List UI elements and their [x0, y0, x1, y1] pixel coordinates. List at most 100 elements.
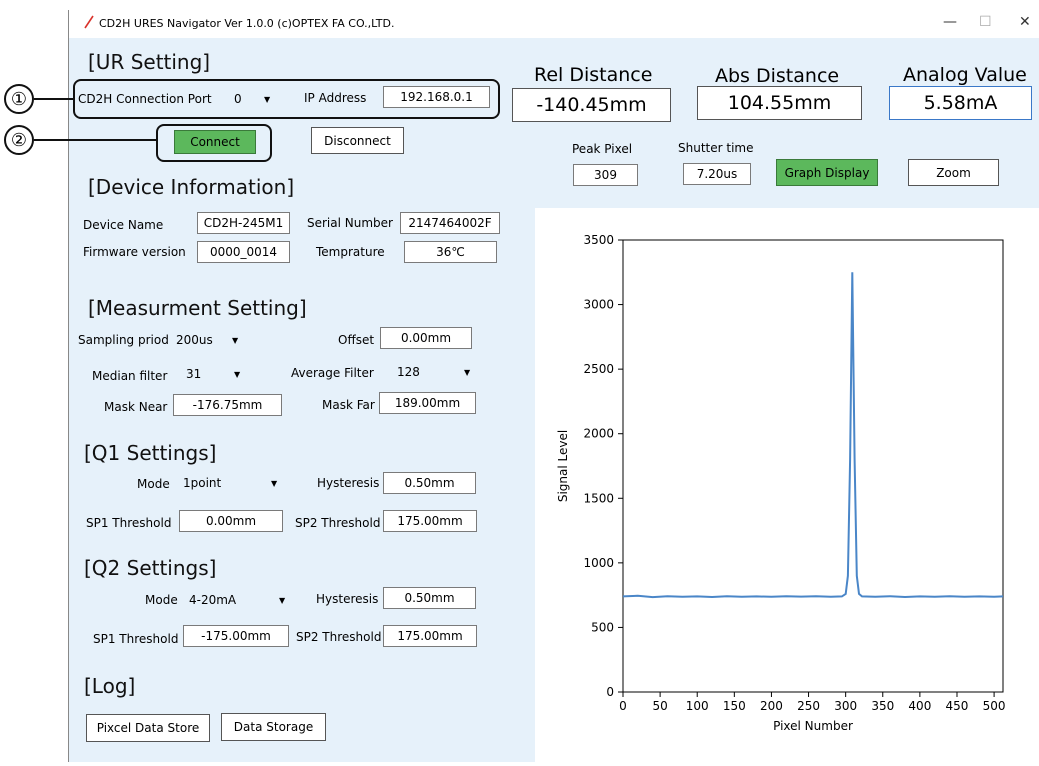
- connection-port-dropdown[interactable]: 0 ▼: [228, 89, 276, 109]
- peak-pixel-label: Peak Pixel: [572, 142, 633, 156]
- x-tick-label: 300: [834, 699, 857, 713]
- q2-sp1-threshold-input[interactable]: -175.00mm: [183, 625, 289, 647]
- mask-near-label: Mask Near: [104, 400, 168, 414]
- q2-mode-value: 4-20mA: [189, 593, 237, 607]
- y-tick-label: 3000: [583, 298, 614, 312]
- q1-hysteresis-label: Hysteresis: [317, 476, 380, 490]
- x-tick-label: 500: [983, 699, 1006, 713]
- x-tick-label: 400: [908, 699, 931, 713]
- y-tick-label: 1500: [583, 491, 614, 505]
- y-tick-label: 3500: [583, 233, 614, 247]
- ur-setting-heading: [UR Setting]: [88, 50, 211, 74]
- graph-display-button[interactable]: Graph Display: [776, 159, 878, 186]
- x-tick-label: 50: [652, 699, 667, 713]
- q2-hysteresis-label: Hysteresis: [316, 592, 379, 606]
- app-icon: [84, 15, 94, 29]
- callout-marker-2: ②: [4, 125, 34, 155]
- x-tick-label: 150: [723, 699, 746, 713]
- q2-hysteresis-input[interactable]: 0.50mm: [383, 587, 476, 609]
- chevron-down-icon: ▼: [234, 369, 241, 379]
- y-tick-label: 2000: [583, 427, 614, 441]
- sampling-period-value: 200us: [176, 333, 213, 347]
- pixel-data-store-button[interactable]: Pixcel Data Store: [86, 714, 210, 742]
- y-tick-label: 1000: [583, 556, 614, 570]
- callout-leader-2: [34, 139, 156, 141]
- signal-chart-svg: 0 50 100 150 200 250 300 350 400 450 500 0 500 1000 15…: [556, 233, 1006, 733]
- abs-distance-label: Abs Distance: [715, 65, 840, 87]
- x-tick-label: 350: [871, 699, 894, 713]
- x-tick-label: 0: [619, 699, 627, 713]
- q1-hysteresis-input[interactable]: 0.50mm: [383, 472, 476, 494]
- zoom-button[interactable]: Zoom: [908, 159, 999, 186]
- x-tick-label: 250: [797, 699, 820, 713]
- q1-sp1-threshold-input[interactable]: 0.00mm: [179, 510, 283, 532]
- y-tick-label: 2500: [583, 362, 614, 376]
- chevron-down-icon: ▼: [464, 367, 471, 377]
- x-tick-label: 450: [946, 699, 969, 713]
- analog-value-display: 5.58mA: [889, 86, 1032, 120]
- measurement-setting-heading: [Measurment Setting]: [88, 296, 307, 320]
- q2-settings-heading: [Q2 Settings]: [84, 556, 217, 580]
- q1-mode-label: Mode: [137, 477, 170, 491]
- disconnect-button[interactable]: Disconnect: [311, 127, 404, 154]
- q2-sp2-threshold-label: SP2 Threshold: [296, 630, 382, 644]
- offset-label: Offset: [338, 333, 375, 347]
- chevron-down-icon: ▼: [264, 94, 271, 104]
- ip-address-input[interactable]: 192.168.0.1: [383, 86, 490, 108]
- temperature-label: Temprature: [316, 245, 385, 259]
- minimize-icon[interactable]: —: [943, 14, 957, 30]
- shutter-time-value: 7.20us: [683, 163, 751, 185]
- rel-distance-value: -140.45mm: [512, 88, 671, 122]
- x-axis-label: Pixel Number: [773, 719, 853, 733]
- q1-mode-dropdown[interactable]: 1point ▼: [177, 473, 285, 493]
- median-filter-dropdown[interactable]: 31 ▼: [180, 364, 246, 384]
- log-heading: [Log]: [84, 674, 136, 698]
- mask-near-input[interactable]: -176.75mm: [173, 394, 282, 416]
- signal-chart: 0 50 100 150 200 250 300 350 400 450 500 0 500 1000 15…: [535, 208, 1039, 762]
- signal-series-line: [622, 272, 1004, 599]
- temperature-value: 36℃: [404, 241, 497, 263]
- q1-sp1-threshold-label: SP1 Threshold: [86, 516, 172, 530]
- sampling-period-dropdown[interactable]: 200us ▼: [170, 330, 240, 350]
- window-title: CD2H URES Navigator Ver 1.0.0 (c)OPTEX F…: [99, 17, 395, 30]
- data-storage-button[interactable]: Data Storage: [221, 713, 326, 741]
- median-filter-value: 31: [186, 367, 202, 381]
- q2-mode-dropdown[interactable]: 4-20mA ▼: [183, 590, 291, 610]
- title-bar: CD2H URES Navigator Ver 1.0.0 (c)OPTEX F…: [69, 10, 1039, 38]
- offset-input[interactable]: 0.00mm: [380, 327, 472, 349]
- q2-sp2-threshold-input[interactable]: 175.00mm: [383, 625, 477, 647]
- callout-marker-1: ①: [4, 84, 34, 114]
- close-icon[interactable]: ✕: [1019, 14, 1031, 30]
- firmware-version-value: 0000_0014: [197, 241, 290, 263]
- analog-value-label: Analog Value: [903, 64, 1027, 86]
- abs-distance-value: 104.55mm: [697, 86, 862, 120]
- y-axis-label: Signal Level: [556, 430, 570, 502]
- callout-leader-1: [34, 98, 74, 100]
- connection-port-label: CD2H Connection Port: [78, 92, 212, 106]
- average-filter-label: Average Filter: [291, 366, 374, 380]
- plot-area-frame: [622, 239, 1004, 693]
- q1-settings-heading: [Q1 Settings]: [84, 441, 217, 465]
- rel-distance-label: Rel Distance: [534, 64, 653, 86]
- q2-sp1-threshold-label: SP1 Threshold: [93, 632, 179, 646]
- mask-far-label: Mask Far: [322, 398, 375, 412]
- device-name-value: CD2H-245M1: [197, 212, 290, 234]
- q1-mode-value: 1point: [183, 476, 222, 490]
- q1-sp2-threshold-label: SP2 Threshold: [295, 516, 381, 530]
- mask-far-input[interactable]: 189.00mm: [379, 392, 476, 414]
- y-tick-label: 0: [606, 685, 614, 699]
- chevron-down-icon: ▼: [232, 335, 239, 345]
- chevron-down-icon: ▼: [279, 595, 286, 605]
- connect-button[interactable]: Connect: [174, 130, 256, 154]
- maximize-icon[interactable]: ☐: [979, 14, 992, 30]
- average-filter-value: 128: [397, 365, 420, 379]
- serial-number-value: 2147464002F: [400, 212, 500, 234]
- shutter-time-label: Shutter time: [678, 141, 754, 155]
- x-tick-label: 200: [760, 699, 783, 713]
- connection-port-value: 0: [234, 92, 242, 106]
- average-filter-dropdown[interactable]: 128 ▼: [391, 362, 475, 382]
- median-filter-label: Median filter: [92, 369, 168, 383]
- q1-sp2-threshold-input[interactable]: 175.00mm: [383, 510, 477, 532]
- peak-pixel-value: 309: [573, 164, 638, 186]
- device-name-label: Device Name: [83, 218, 164, 232]
